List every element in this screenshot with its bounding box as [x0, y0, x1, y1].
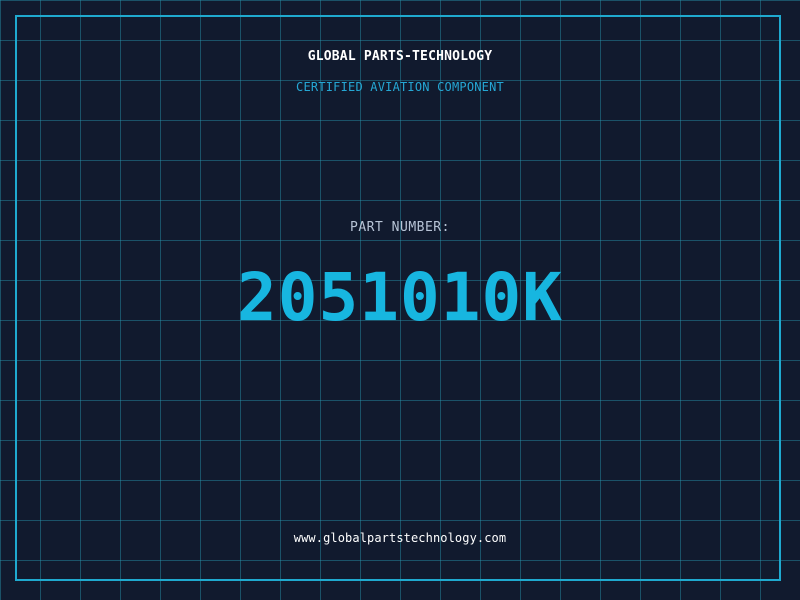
website-url: www.globalpartstechnology.com: [293, 531, 507, 545]
certification-label: CERTIFIED AVIATION COMPONENT: [296, 80, 504, 94]
part-number-value: 2051010K: [237, 259, 563, 336]
part-number-label: PART NUMBER:: [350, 220, 450, 235]
company-name: GLOBAL PARTS-TECHNOLOGY: [307, 49, 493, 64]
